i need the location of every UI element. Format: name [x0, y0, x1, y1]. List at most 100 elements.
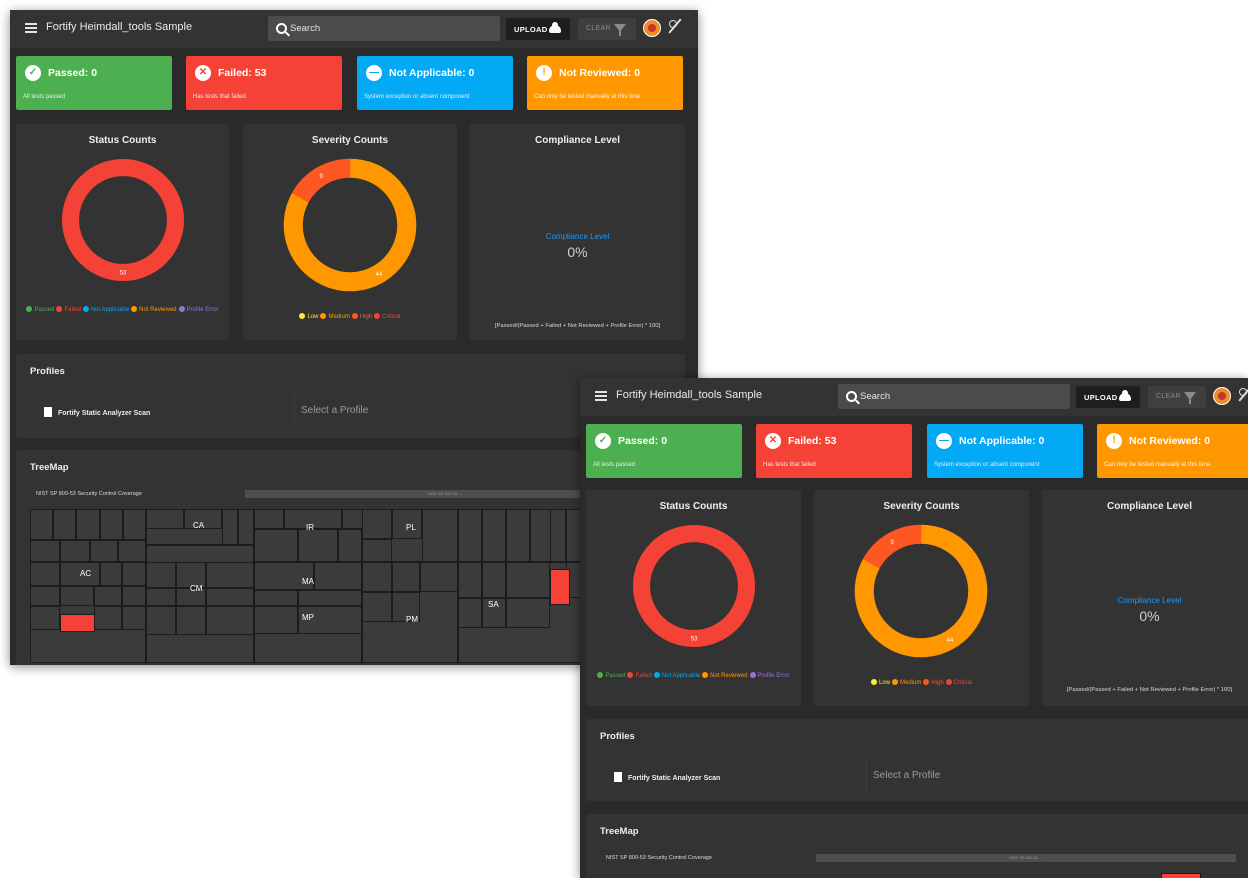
slice-high[interactable]: [291, 158, 351, 203]
legend-item-high[interactable]: High: [923, 679, 944, 688]
treemap-cell[interactable]: [146, 588, 176, 606]
treemap-cell[interactable]: [254, 529, 298, 562]
treemap-cell[interactable]: [146, 545, 254, 563]
legend-item-passed[interactable]: Passed: [26, 306, 54, 315]
treemap-cell[interactable]: [30, 540, 60, 562]
treemap-cell[interactable]: [76, 509, 100, 540]
passed-card[interactable]: ✓ Passed: 0 All tests passed: [586, 424, 742, 478]
treemap-cell[interactable]: [254, 590, 298, 606]
treemap-cell[interactable]: [506, 509, 530, 562]
legend-item-critical[interactable]: Critical: [945, 679, 972, 688]
treemap-cell[interactable]: [506, 598, 550, 628]
treemap-cell[interactable]: [60, 540, 90, 562]
treemap-cell[interactable]: [30, 586, 60, 606]
treemap-cell[interactable]: [100, 562, 122, 586]
heimdall-logo-icon[interactable]: [1213, 387, 1231, 405]
treemap-cell[interactable]: [298, 590, 362, 606]
failed-card[interactable]: ✕ Failed: 53 Has tests that failed: [756, 424, 912, 478]
legend-item-profile-error[interactable]: Profile Error: [178, 306, 219, 315]
heimdall-logo-icon[interactable]: [643, 19, 661, 37]
profile-select[interactable]: Select a Profile: [866, 759, 1248, 793]
legend-item-profile-error[interactable]: Profile Error: [749, 672, 790, 681]
theme-toggle-icon[interactable]: [1237, 386, 1248, 402]
profile-item[interactable]: Fortify Static Analyzer Scan: [614, 772, 720, 782]
treemap-cell[interactable]: [222, 509, 238, 545]
legend-item-not-applicable[interactable]: Not Applicable: [653, 672, 700, 681]
treemap-cell[interactable]: [60, 586, 94, 606]
treemap-cell[interactable]: [30, 562, 60, 586]
legend-item-low[interactable]: Low: [299, 313, 318, 322]
treemap-cell[interactable]: [422, 509, 458, 562]
treemap-cell[interactable]: [362, 592, 392, 622]
treemap-cell[interactable]: [254, 606, 298, 634]
treemap-cell-failed[interactable]: [550, 569, 570, 605]
slice-high[interactable]: [862, 524, 922, 569]
treemap-cell[interactable]: [206, 606, 254, 635]
treemap-cell[interactable]: [90, 540, 118, 562]
upload-button[interactable]: UPLOAD: [1076, 386, 1140, 408]
legend-item-not-reviewed[interactable]: Not Reviewed: [702, 672, 748, 681]
theme-toggle-icon[interactable]: [667, 18, 683, 34]
treemap-cell[interactable]: [94, 606, 122, 630]
slice-failed[interactable]: [633, 525, 755, 647]
treemap-cell[interactable]: [254, 509, 284, 529]
treemap-cell[interactable]: [122, 586, 146, 606]
treemap-cell[interactable]: [94, 586, 122, 606]
treemap-cell[interactable]: [458, 598, 482, 628]
clear-filters-button[interactable]: CLEAR: [578, 18, 636, 40]
treemap-cell[interactable]: [122, 606, 146, 630]
upload-button[interactable]: UPLOAD: [506, 18, 570, 40]
clear-filters-button[interactable]: CLEAR: [1148, 386, 1206, 408]
treemap-cell[interactable]: [30, 509, 53, 540]
treemap-cell[interactable]: [176, 606, 206, 635]
treemap-cell[interactable]: [146, 562, 176, 588]
search-input[interactable]: Search: [268, 16, 500, 41]
treemap-cell[interactable]: [298, 529, 338, 562]
treemap-zoom-bar[interactable]: NIST SP 800-53 →: [816, 854, 1236, 862]
treemap-cell[interactable]: [342, 509, 364, 529]
treemap-cell[interactable]: [458, 509, 482, 562]
treemap-cell-failed[interactable]: [1161, 873, 1201, 878]
treemap-cell[interactable]: [30, 606, 60, 630]
legend-item-not-reviewed[interactable]: Not Reviewed: [131, 306, 177, 315]
not-applicable-card[interactable]: — Not Applicable: 0 System exception or …: [357, 56, 513, 110]
hamburger-menu-icon[interactable]: [595, 391, 607, 401]
hamburger-menu-icon[interactable]: [25, 23, 37, 33]
treemap-cell[interactable]: [206, 562, 254, 588]
legend-item-low[interactable]: Low: [870, 679, 890, 688]
legend-item-failed[interactable]: Failed: [627, 672, 652, 681]
treemap-cell[interactable]: [550, 509, 566, 562]
treemap-cell[interactable]: [122, 562, 146, 586]
legend-item-failed[interactable]: Failed: [56, 306, 81, 315]
treemap-cell[interactable]: [362, 509, 392, 539]
treemap-cell[interactable]: [314, 562, 362, 590]
slice-failed[interactable]: [62, 159, 184, 281]
legend-item-medium[interactable]: Medium: [320, 313, 350, 322]
legend-item-passed[interactable]: Passed: [597, 672, 625, 681]
treemap-cell[interactable]: [123, 509, 146, 540]
treemap-cell-failed[interactable]: [60, 614, 95, 632]
legend-item-critical[interactable]: Critical: [374, 313, 401, 322]
search-input[interactable]: Search: [838, 384, 1070, 409]
profile-item[interactable]: Fortify Static Analyzer Scan: [44, 407, 150, 417]
legend-item-high[interactable]: High: [351, 313, 372, 322]
legend-item-not-applicable[interactable]: Not Applicable: [82, 306, 129, 315]
treemap-cell[interactable]: [362, 562, 392, 592]
treemap-cell[interactable]: [100, 509, 123, 540]
treemap-cell[interactable]: [146, 606, 176, 635]
treemap-cell[interactable]: [118, 540, 146, 562]
treemap-cell[interactable]: [420, 562, 458, 592]
treemap-cell[interactable]: [506, 562, 550, 598]
treemap-cell[interactable]: [206, 588, 254, 606]
not-applicable-card[interactable]: — Not Applicable: 0 System exception or …: [927, 424, 1083, 478]
treemap-cell[interactable]: [146, 509, 184, 529]
treemap-cell[interactable]: [362, 539, 392, 562]
treemap-cell[interactable]: [238, 509, 254, 545]
treemap-cell[interactable]: [53, 509, 76, 540]
not-reviewed-card[interactable]: ! Not Reviewed: 0 Can only be tested man…: [527, 56, 683, 110]
failed-card[interactable]: ✕ Failed: 53 Has tests that failed: [186, 56, 342, 110]
passed-card[interactable]: ✓ Passed: 0 All tests passed: [16, 56, 172, 110]
treemap-cell[interactable]: [458, 562, 482, 598]
not-reviewed-card[interactable]: ! Not Reviewed: 0 Can only be tested man…: [1097, 424, 1248, 478]
treemap-cell[interactable]: [338, 529, 362, 562]
